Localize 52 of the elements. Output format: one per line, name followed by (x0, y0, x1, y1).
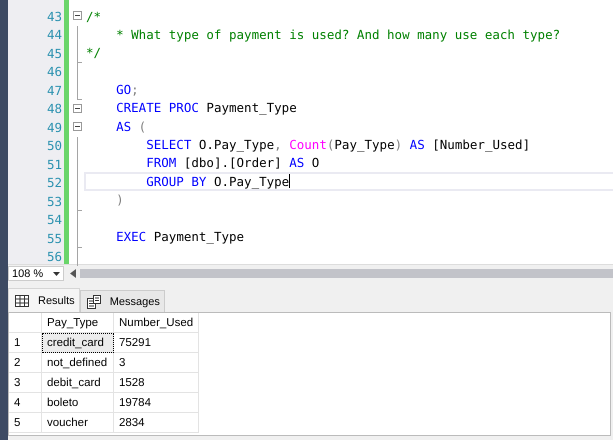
scroll-left-icon[interactable] (70, 269, 76, 278)
table-cell: 3 (114, 352, 199, 372)
table-cell: debit_card (42, 372, 114, 392)
line-number: 46 (46, 64, 62, 80)
zoom-dropdown[interactable]: 108 % (8, 266, 64, 281)
row-number[interactable]: 2 (9, 352, 42, 372)
line-number: 49 (46, 120, 62, 135)
table-cell: 2834 (114, 412, 199, 432)
results-tab[interactable]: Messages (80, 290, 165, 312)
line-number: 47 (46, 82, 62, 98)
code-line: ) (115, 192, 124, 208)
text-cursor (289, 174, 290, 188)
results-tab[interactable]: Results (8, 288, 80, 312)
code-line: AS ( (115, 118, 146, 134)
table-cell: 75291 (114, 332, 199, 352)
caret-icon (53, 272, 60, 276)
code-line: * What type of payment is used? And how many use each type? (115, 27, 560, 42)
table-cell: 1528 (114, 372, 199, 392)
grid-icon (15, 294, 29, 306)
code-line: EXEC Payment_Type (115, 228, 244, 244)
table-cell: 19784 (114, 392, 199, 412)
code-line: GROUP BY O.Pay_Type (145, 174, 290, 189)
code-line: CREATE PROC Payment_Type (115, 100, 297, 116)
code-line: /* (86, 8, 102, 24)
table-cell: credit_card (42, 332, 114, 352)
code-line: SELECT O.Pay_Type, Count(Pay_Type) AS [Number_Used] (145, 137, 530, 152)
line-number: 54 (46, 212, 62, 228)
horizontal-scrollbar[interactable] (80, 269, 613, 278)
line-number: 52 (46, 175, 62, 190)
row-number[interactable]: 4 (9, 392, 42, 412)
table-cell: not_defined (42, 352, 114, 372)
line-number: 43 (46, 8, 62, 24)
document-icon (86, 294, 101, 308)
line-number: 56 (46, 249, 62, 264)
row-number[interactable]: 3 (9, 372, 42, 392)
collapse-icon[interactable] (73, 104, 82, 112)
line-number: 48 (46, 101, 62, 116)
line-number: 44 (46, 27, 62, 42)
line-number: 45 (46, 46, 62, 61)
line-number: 55 (46, 230, 62, 246)
code-line: FROM [dbo].[Order] AS O (145, 155, 320, 170)
line-number: 51 (46, 156, 62, 172)
code-line: GO; (115, 82, 139, 98)
collapse-icon[interactable] (73, 122, 82, 131)
row-number[interactable]: 5 (9, 412, 42, 432)
column-header[interactable]: Number_Used (114, 313, 199, 332)
line-number: 53 (46, 194, 62, 209)
line-number: 50 (46, 138, 62, 154)
collapse-icon[interactable] (73, 11, 82, 20)
table-cell: voucher (42, 412, 114, 432)
code-line: */ (86, 45, 102, 60)
table-cell: boleto (42, 392, 114, 412)
